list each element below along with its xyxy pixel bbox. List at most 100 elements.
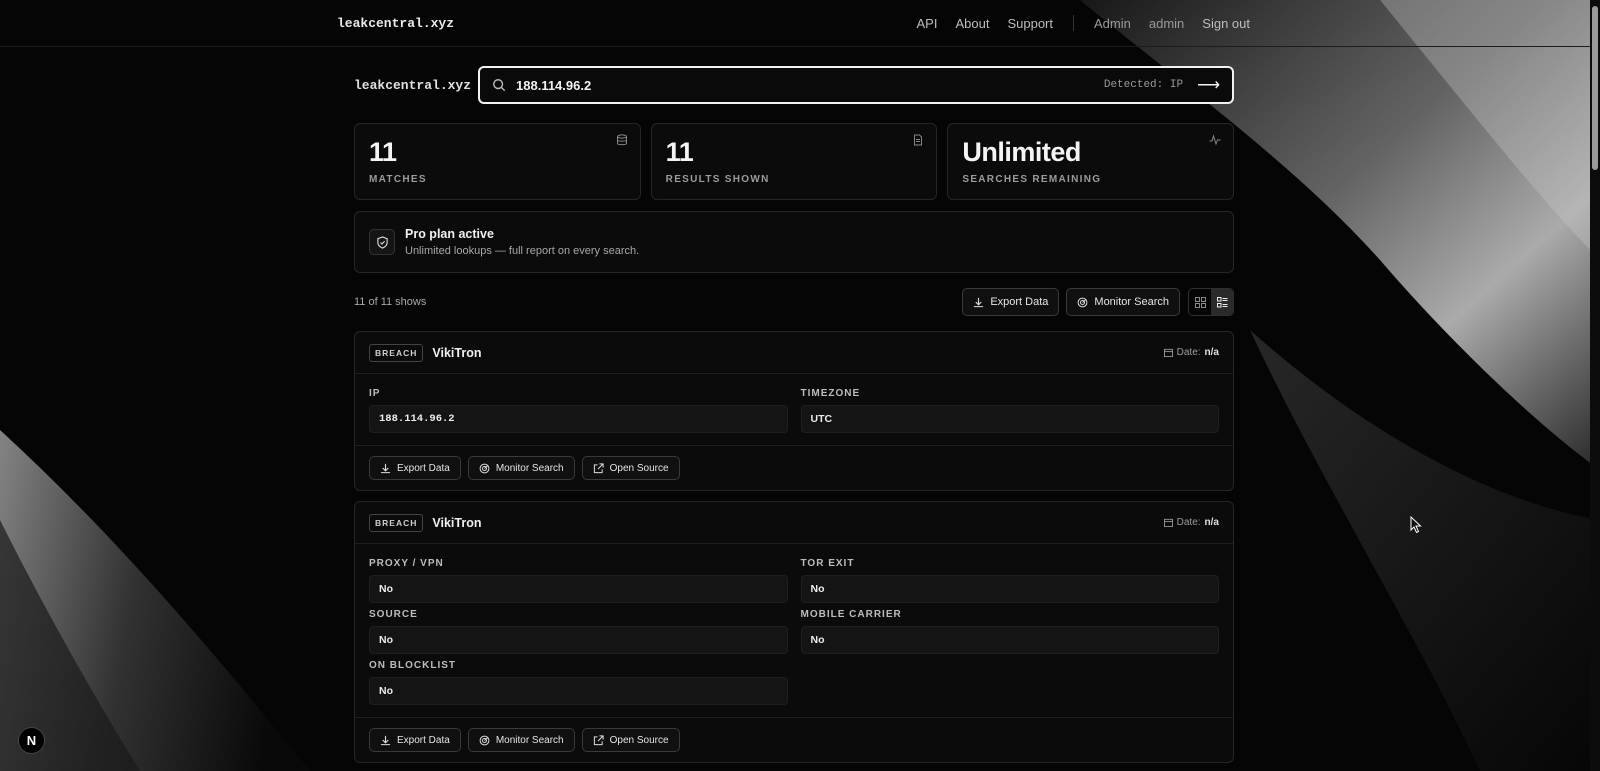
search-input[interactable] [516, 77, 1104, 93]
plan-subtitle: Unlimited lookups — full report on every… [405, 245, 640, 257]
calendar-icon [1163, 518, 1173, 527]
field-proxy-vpn: PROXY / VPN No [369, 552, 788, 603]
page-scrollbar[interactable] [1590, 0, 1600, 771]
site-brand[interactable]: leakcentral.xyz [337, 16, 454, 31]
card-export-button[interactable]: Export Data [369, 456, 461, 480]
breach-date: Date: n/a [1163, 347, 1219, 358]
activity-icon [1209, 134, 1221, 146]
nav-links: API About Support Admin admin Sign out [899, 15, 1250, 31]
search-box[interactable]: Detected: IP ⟶ [478, 66, 1234, 104]
stat-searches-remaining: Unlimited SEARCHES REMAINING [947, 123, 1235, 200]
stat-results-shown: 11 RESULTS SHOWN [650, 123, 938, 200]
search-icon [493, 79, 506, 92]
button-label: Monitor Search [495, 462, 564, 474]
field-on-blocklist: ON BLOCKLIST No [369, 654, 788, 705]
nav-user[interactable]: admin [1149, 16, 1184, 31]
download-icon [974, 297, 984, 307]
nav-divider [1073, 15, 1075, 31]
arrow-right-icon[interactable]: ⟶ [1197, 75, 1220, 95]
card-monitor-button[interactable]: Monitor Search [467, 456, 575, 480]
result-card: BREACH VikiTron Date: n/a IP 188.114.96.… [354, 331, 1234, 491]
field-label: ON BLOCKLIST [369, 660, 456, 671]
detected-type: Detected: IP [1103, 79, 1184, 91]
date-label: Date: [1176, 347, 1201, 358]
field-label: SOURCE [369, 609, 418, 620]
monitor-search-button[interactable]: Monitor Search [1066, 288, 1180, 316]
mouse-cursor-icon [1410, 516, 1422, 534]
monitor-search-label: Monitor Search [1094, 296, 1169, 308]
list-view-icon[interactable] [1211, 289, 1233, 315]
field-label: MOBILE CARRIER [800, 609, 902, 620]
radar-icon [479, 463, 490, 473]
external-link-icon [593, 462, 604, 473]
field-label: TOR EXIT [800, 558, 855, 569]
result-card: BREACH VikiTron Date: n/a PROXY / VPN No… [354, 501, 1234, 763]
nav-link-api[interactable]: API [917, 16, 938, 31]
field-mobile-carrier: MOBILE CARRIER No [800, 603, 1219, 654]
card-monitor-button[interactable]: Monitor Search [467, 728, 575, 752]
date-label: Date: [1176, 517, 1201, 528]
main-content: leakcentral.xyz Detected: IP ⟶ 11 MATCHE… [354, 66, 1235, 763]
download-icon [380, 463, 391, 473]
field-label: PROXY / VPN [369, 558, 444, 569]
export-data-label: Export Data [990, 296, 1049, 308]
stats-row: 11 MATCHES 11 RESULTS SHOWN Unlimited SE… [354, 123, 1235, 200]
card-open-source-button[interactable]: Open Source [581, 728, 680, 752]
stat-label: RESULTS SHOWN [665, 174, 770, 185]
result-card-header: BREACH VikiTron Date: n/a [355, 502, 1233, 544]
field-source: SOURCE No [369, 603, 788, 654]
field-value[interactable]: No [800, 575, 1219, 603]
field-value[interactable]: No [369, 677, 788, 705]
stat-label: MATCHES [369, 174, 427, 185]
stat-matches: 11 MATCHES [354, 123, 641, 200]
field-value[interactable]: No [369, 575, 788, 603]
date-value: n/a [1204, 517, 1219, 528]
calendar-icon [1163, 348, 1173, 357]
field-value[interactable]: No [369, 626, 788, 654]
shield-check-icon [369, 229, 395, 255]
stat-value: 11 [665, 137, 694, 167]
nav-link-about[interactable]: About [955, 16, 989, 31]
field-tor-exit: TOR EXIT No [800, 552, 1219, 603]
breach-name: VikiTron [432, 515, 482, 530]
button-label: Open Source [609, 462, 669, 474]
nav-link-admin[interactable]: Admin [1094, 16, 1131, 31]
scrollbar-thumb[interactable] [1592, 6, 1598, 170]
download-icon [380, 735, 391, 745]
radar-icon [479, 735, 490, 745]
result-fields: PROXY / VPN No TOR EXIT No SOURCE No MOB… [355, 544, 1233, 717]
result-actions: Export Data Monitor Search Open Source [355, 717, 1233, 762]
top-navbar: leakcentral.xyz API About Support Admin … [0, 0, 1590, 47]
breach-badge: BREACH [369, 343, 424, 362]
field-value[interactable]: UTC [800, 405, 1219, 433]
document-icon [914, 134, 923, 146]
breach-name: VikiTron [432, 345, 482, 360]
breach-date: Date: n/a [1163, 517, 1219, 528]
result-fields: IP 188.114.96.2 TIMEZONE UTC [355, 374, 1233, 445]
card-open-source-button[interactable]: Open Source [581, 456, 680, 480]
external-link-icon [593, 734, 604, 745]
date-value: n/a [1204, 347, 1219, 358]
field-label: TIMEZONE [800, 388, 861, 399]
stat-value: Unlimited [962, 137, 1081, 167]
button-label: Export Data [397, 734, 450, 746]
button-label: Open Source [609, 734, 669, 746]
plan-title: Pro plan active [405, 227, 494, 241]
breach-badge: BREACH [369, 513, 424, 532]
dev-tools-badge[interactable]: N [18, 727, 45, 754]
field-value[interactable]: 188.114.96.2 [369, 405, 788, 433]
grid-view-icon[interactable] [1189, 289, 1211, 315]
button-label: Monitor Search [495, 734, 564, 746]
field-value[interactable]: No [800, 626, 1219, 654]
button-label: Export Data [397, 462, 450, 474]
field-ip: IP 188.114.96.2 [369, 382, 788, 433]
nav-link-support[interactable]: Support [1007, 16, 1053, 31]
card-export-button[interactable]: Export Data [369, 728, 461, 752]
result-card-header: BREACH VikiTron Date: n/a [355, 332, 1233, 374]
stat-label: SEARCHES REMAINING [962, 174, 1102, 185]
export-data-button[interactable]: Export Data [962, 288, 1060, 316]
database-icon [616, 134, 627, 146]
search-row: leakcentral.xyz Detected: IP ⟶ [354, 66, 1234, 104]
results-count: 11 of 11 shows [354, 296, 427, 308]
sign-out-link[interactable]: Sign out [1202, 16, 1250, 31]
